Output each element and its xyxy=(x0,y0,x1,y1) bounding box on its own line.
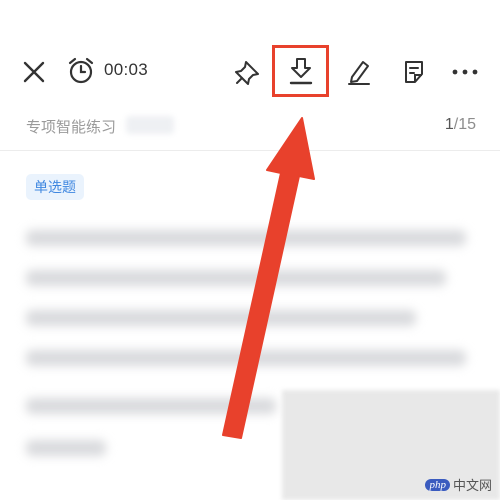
blurred-text-line xyxy=(26,230,466,246)
practice-title: 专项智能练习 xyxy=(26,119,117,136)
download-icon[interactable] xyxy=(287,56,315,86)
edit-icon[interactable] xyxy=(346,58,372,86)
more-icon[interactable] xyxy=(452,68,478,76)
page-counter: 1/15 xyxy=(445,116,476,134)
blurred-text-line xyxy=(26,310,416,326)
page-total: /15 xyxy=(453,116,476,133)
page-current: 1 xyxy=(444,116,454,133)
site-watermark: php 中文网 xyxy=(425,475,492,494)
watermark-logo: php xyxy=(425,478,450,491)
alarm-clock-icon xyxy=(68,57,94,84)
blurred-text-line xyxy=(26,440,106,456)
blurred-text-line xyxy=(26,350,466,366)
answer-sheet-icon[interactable] xyxy=(401,58,427,86)
watermark-text: 中文网 xyxy=(452,478,492,493)
header-divider xyxy=(0,150,500,151)
blurred-text-line xyxy=(26,398,276,414)
top-toolbar: 00:03 xyxy=(0,0,500,100)
blurred-text-line xyxy=(26,270,446,286)
pin-icon[interactable] xyxy=(234,58,262,86)
blurred-title-suffix xyxy=(126,116,174,134)
close-icon[interactable] xyxy=(22,60,46,84)
timer-text: 00:03 xyxy=(104,60,149,79)
question-type-tag: 单选题 xyxy=(26,174,84,200)
